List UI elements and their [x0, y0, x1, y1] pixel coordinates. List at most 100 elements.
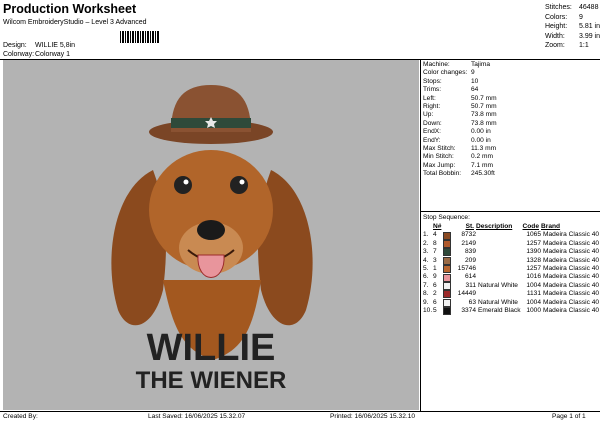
info-label: Min Stitch: [423, 153, 454, 161]
info-value: 7.1 mm [471, 161, 493, 169]
info-label: Trims: [423, 86, 442, 94]
row-brand: Madeira Classic 40 [543, 248, 600, 256]
row-code: 1257 [526, 239, 541, 247]
row-brand: Madeira Classic 40 [543, 298, 600, 306]
info-row: Down: 73.8 mm [423, 120, 497, 128]
row-needle: 4 [433, 231, 437, 239]
color-swatch [443, 231, 451, 240]
design-text-line2: THE WIENER [136, 367, 287, 394]
row-needle: 8 [433, 239, 437, 247]
info-value: 50.7 mm [471, 103, 497, 111]
color-swatch [443, 298, 451, 307]
info-label: Stops: [423, 77, 442, 85]
info-label: Down: [423, 119, 442, 127]
stat-label: Height: [545, 23, 568, 31]
row-brand: Madeira Classic 40 [543, 239, 600, 247]
table-row: 5. 1 15746 1257 Madeira Classic 40 [423, 265, 600, 274]
row-brand: Madeira Classic 40 [543, 290, 600, 298]
row-index: 8. [423, 290, 429, 298]
info-value: 9 [471, 69, 475, 77]
page-number: Page 1 of 1 [552, 413, 586, 420]
row-stitches: 8732 [461, 231, 476, 239]
divider-info [421, 211, 600, 212]
table-row: 8. 2 14449 1131 Madeira Classic 40 [423, 290, 600, 299]
stat-label: Width: [545, 32, 565, 40]
design-label: Design: [3, 42, 27, 49]
header-n: N# [433, 223, 442, 230]
row-stitches: 14449 [457, 290, 476, 298]
dog-artwork [111, 85, 313, 360]
row-index: 1. [423, 231, 429, 239]
color-swatch [443, 282, 451, 291]
info-row: Stops: 10 [423, 78, 497, 86]
table-row: 9. 6 63 Natural White 1004 Madeira Classic 40 [423, 298, 600, 307]
info-row: Right: 50.7 mm [423, 103, 497, 111]
last-saved: Last Saved: 16/06/2025 15.32.07 [148, 413, 246, 420]
row-brand: Madeira Classic 40 [543, 265, 600, 273]
row-needle: 6 [433, 298, 437, 306]
colorway-value: Colorway 1 [35, 51, 71, 58]
row-description: Emerald Black [478, 307, 521, 315]
color-swatch [443, 248, 451, 257]
table-row: 3. 7 839 1390 Madeira Classic 40 [423, 248, 600, 257]
row-needle: 2 [433, 290, 437, 298]
color-swatch [443, 256, 451, 265]
color-swatch [443, 273, 451, 282]
table-header: N# St. Description Code Brand [423, 223, 595, 231]
color-swatch [443, 265, 451, 274]
header-desc: Description [476, 223, 513, 230]
created-by: Created By: [3, 413, 38, 420]
info-row: Color changes: 9 [423, 69, 497, 77]
barcode [120, 31, 160, 43]
row-code: 1328 [526, 256, 541, 264]
row-stitches: 614 [464, 273, 476, 281]
header-code: Code [522, 223, 539, 230]
info-value: 73.8 mm [471, 119, 497, 127]
info-label: Up: [423, 111, 434, 119]
stat-row: Width: 3.99 in [545, 32, 600, 42]
row-index: 3. [423, 248, 429, 256]
info-value: 64 [471, 86, 479, 94]
stat-row: Height: 5.81 in [545, 22, 600, 32]
row-brand: Madeira Classic 40 [543, 307, 600, 315]
info-label: EndY: [423, 136, 441, 144]
row-needle: 5 [433, 307, 437, 315]
row-needle: 9 [433, 273, 437, 281]
row-brand: Madeira Classic 40 [543, 231, 600, 239]
info-row: Left: 50.7 mm [423, 95, 497, 103]
design-preview-canvas: WILLIE THE WIENER [3, 60, 419, 410]
design-value: WILLIE 5,8in [35, 42, 76, 49]
info-value: 0.2 mm [471, 153, 493, 161]
info-row: Total Bobbin: 245.30ft [423, 170, 497, 178]
color-swatch [443, 290, 451, 299]
info-value: Tajima [471, 61, 491, 68]
design-row: Design: WILLIE 5,8in [3, 42, 75, 49]
header-brand: Brand [541, 223, 561, 230]
row-stitches: 15746 [457, 265, 476, 273]
row-index: 2. [423, 239, 429, 247]
info-row: Min Stitch: 0.2 mm [423, 153, 497, 161]
info-row: Max Stitch: 11.3 mm [423, 145, 497, 153]
stop-sequence-title: Stop Sequence: [423, 214, 470, 221]
info-label: EndX: [423, 128, 441, 136]
row-index: 10. [423, 307, 433, 315]
row-stitches: 311 [465, 281, 476, 289]
info-label: Color changes: [423, 69, 468, 77]
row-brand: Madeira Classic 40 [543, 256, 600, 264]
row-stitches: 209 [464, 256, 476, 264]
table-row: 6. 9 614 1016 Madeira Classic 40 [423, 273, 599, 282]
stat-row: Zoom: 1:1 [545, 41, 600, 51]
stat-row: Stitches: 46488 [545, 3, 600, 13]
row-description: Natural White [478, 298, 518, 306]
row-stitches: 63 [468, 298, 476, 306]
info-row: Trims: 64 [423, 86, 497, 94]
table-row: 7. 6 311 Natural White 1004 Madeira Classic 4… [423, 281, 599, 291]
info-value: 0.00 in [471, 136, 491, 144]
row-code: 1016 [526, 273, 541, 281]
stat-value: 9 [579, 13, 583, 21]
info-value: 11.3 mm [471, 145, 497, 153]
row-code: 1390 [526, 248, 541, 256]
color-swatch [443, 307, 451, 316]
header-st: St. [465, 223, 474, 230]
row-stitches: 2149 [461, 239, 476, 247]
